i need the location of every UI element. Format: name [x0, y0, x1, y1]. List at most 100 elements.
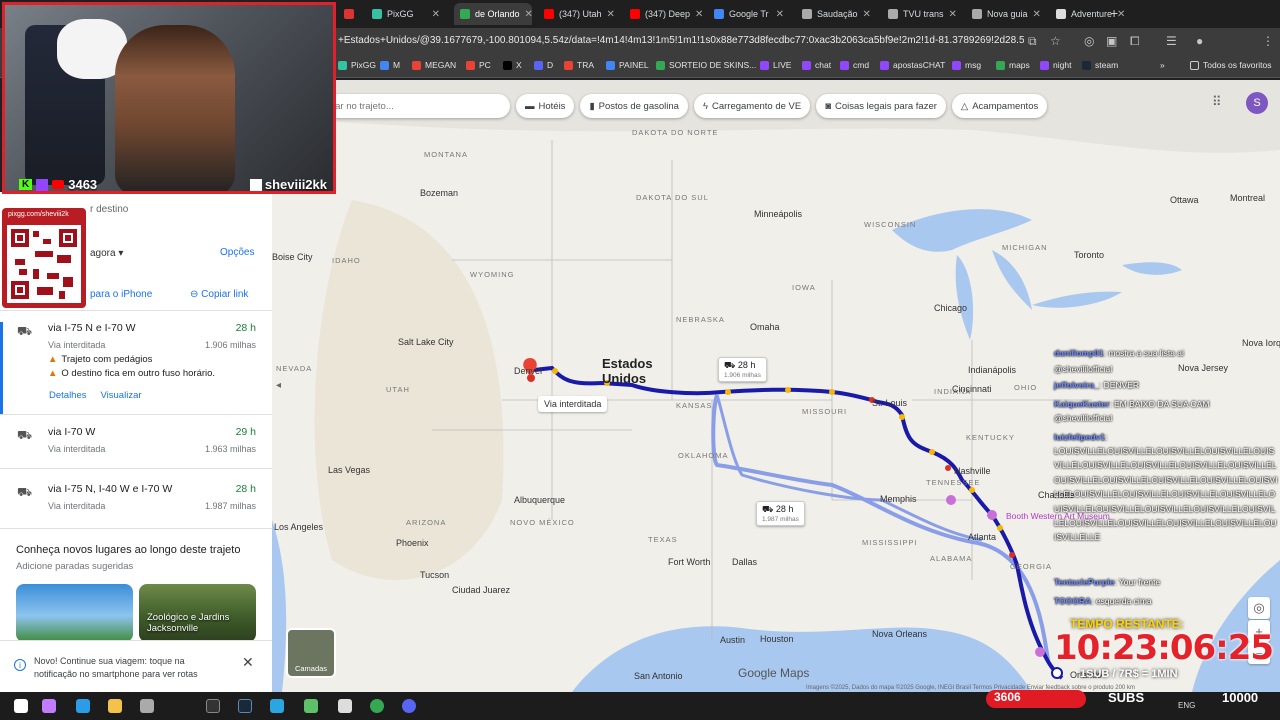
chip-hotels[interactable]: ▬ Hotéis	[516, 94, 575, 118]
close-tab-icon[interactable]: ✕	[525, 9, 532, 20]
keyboard-language[interactable]: ENG	[1178, 701, 1195, 710]
app-icon[interactable]	[206, 699, 220, 713]
close-tab-icon[interactable]: ✕	[1033, 9, 1041, 20]
bookmark-item[interactable]: M	[380, 60, 400, 70]
send-to-iphone-link[interactable]: para o iPhone	[90, 289, 152, 300]
browser-tab[interactable]: TVU trans ✕	[882, 3, 960, 25]
suggested-place-card[interactable]	[16, 584, 133, 642]
bookmark-item[interactable]: X	[503, 60, 522, 70]
bookmark-label: PixGG	[351, 60, 377, 70]
route-option-3[interactable]: ⛟ via I-75 N, I-40 W e I-70 W 28 h Via i…	[0, 483, 272, 523]
install-icon[interactable]: ⧉	[1028, 35, 1037, 47]
bookmarks-overflow-icon[interactable]: »	[1160, 60, 1165, 70]
chip-ev-charging[interactable]: ϟ Carregamento de VE	[693, 94, 811, 118]
close-tab-icon[interactable]: ✕	[863, 9, 871, 20]
chip-campgrounds[interactable]: △ Acampamentos	[951, 94, 1048, 118]
browser-tab[interactable]: Nova guia ✕	[966, 3, 1044, 25]
browser-tab[interactable]: Saudação ✕	[796, 3, 876, 25]
app-icon[interactable]	[270, 699, 284, 713]
qr-title: pixgg.com/sheviii2k	[8, 211, 69, 218]
bookmark-favicon-icon	[412, 60, 421, 70]
file-explorer-icon[interactable]	[108, 699, 122, 713]
browser-tab[interactable]: (347) Utah ✕	[538, 3, 618, 25]
details-link[interactable]: Detalhes	[49, 390, 87, 401]
bookmark-item[interactable]: PixGG	[338, 60, 376, 70]
bookmark-star-icon[interactable]: ☆	[1050, 35, 1061, 47]
browser-tab[interactable]: de Orlando ✕	[454, 3, 532, 25]
tab-label: Adventure	[1071, 9, 1113, 19]
app-icon[interactable]	[304, 699, 318, 713]
menu-kebab-icon[interactable]: ⋮	[1262, 35, 1274, 47]
preview-link[interactable]: Visualizar	[101, 390, 142, 401]
browser-tab[interactable]: Google Tr ✕	[708, 3, 790, 25]
browser-tab[interactable]: ✕	[338, 3, 362, 25]
bookmark-favicon-icon	[380, 60, 389, 70]
extension-icon[interactable]: ▣	[1106, 35, 1117, 47]
bookmark-favicon-icon	[338, 60, 347, 70]
extension-icon[interactable]: ◎	[1084, 35, 1094, 47]
calculator-icon[interactable]	[338, 699, 352, 713]
toll-warning: ▲ Trajeto com pedágios	[48, 354, 153, 365]
close-tab-icon[interactable]: ✕	[432, 9, 440, 20]
store-icon[interactable]	[140, 699, 154, 713]
collapse-panel-icon[interactable]: ◂	[276, 380, 281, 391]
close-tab-icon[interactable]: ✕	[776, 9, 784, 20]
bookmark-item[interactable]: PC	[466, 60, 491, 70]
bookmark-item[interactable]: SORTEIO DE SKINS...	[656, 60, 756, 70]
route-option-1[interactable]: ⛟ via I-75 N e I-70 W 28 h Via interdita…	[0, 322, 272, 414]
depart-time-dropdown[interactable]: agora ▾	[90, 248, 123, 259]
close-tab-icon[interactable]: ✕	[695, 9, 702, 20]
chip-things-to-do[interactable]: ◙ Coisas legais para fazer	[816, 94, 946, 118]
stream-chat-overlay: danillomp01: mostra a sua lista ai @shev…	[1052, 332, 1280, 622]
bookmark-favicon-icon	[1040, 60, 1049, 70]
bookmark-item[interactable]: chat	[802, 60, 831, 70]
layers-button[interactable]: Camadas	[286, 628, 336, 678]
youtube-icon	[52, 180, 65, 189]
extensions-puzzle-icon[interactable]: ⧠	[1130, 35, 1140, 47]
close-tab-icon[interactable]: ✕	[949, 9, 957, 20]
bookmark-item[interactable]: apostasCHAT	[880, 60, 945, 70]
close-tab-icon[interactable]: ✕	[607, 9, 615, 20]
address-bar[interactable]: +Estados+Unidos/@39.1677679,-100.801094,…	[338, 35, 1024, 46]
bookmark-item[interactable]: PAINEL	[606, 60, 649, 70]
map-label: DAKOTA DO SUL	[636, 193, 709, 202]
route-option-2[interactable]: ⛟ via I-70 W 29 h Via interditada 1.963 …	[0, 426, 272, 466]
windows-start-icon[interactable]	[14, 699, 28, 713]
discord-icon[interactable]	[402, 699, 416, 713]
map-label: Austin	[720, 635, 746, 645]
bookmark-item[interactable]: TRA	[564, 60, 594, 70]
route-time-box-primary[interactable]: ⛟ 28 h 1.906 milhas	[718, 357, 767, 382]
copy-link-button[interactable]: ⊖ Copiar link	[190, 289, 248, 300]
account-avatar[interactable]: S	[1246, 92, 1268, 114]
bookmark-item[interactable]: MEGAN	[412, 60, 456, 70]
route-time-box-alternative[interactable]: ⛟ 28 h 1.987 milhas	[756, 501, 805, 526]
bookmark-item[interactable]: D	[534, 60, 553, 70]
bookmark-item[interactable]: maps	[996, 60, 1030, 70]
map-label: Boise City	[272, 252, 313, 262]
bookmark-item[interactable]: msg	[952, 60, 981, 70]
copilot-icon[interactable]	[42, 699, 56, 713]
bookmark-item[interactable]: cmd	[840, 60, 869, 70]
destination-input[interactable]: r destino	[90, 204, 128, 215]
bookmark-item[interactable]: night	[1040, 60, 1071, 70]
profile-icon[interactable]: ●	[1196, 35, 1203, 47]
suggested-place-card[interactable]: Zoológico e Jardins Jacksonville	[139, 584, 256, 642]
close-icon[interactable]: ✕	[242, 654, 254, 671]
apps-grid-icon[interactable]: ⠿	[1212, 94, 1222, 110]
chip-gas-stations[interactable]: ▮ Postos de gasolina	[580, 94, 688, 118]
options-button[interactable]: Opções	[220, 247, 254, 258]
browser-tab[interactable]: PixGG ✕	[366, 3, 446, 25]
reading-list-icon[interactable]: ☰	[1166, 35, 1177, 47]
bookmark-label: X	[516, 60, 522, 70]
bookmark-label: maps	[1009, 60, 1030, 70]
new-tab-button[interactable]: +	[1110, 5, 1118, 21]
bookmark-item[interactable]: steam	[1082, 60, 1118, 70]
chrome-icon[interactable]	[370, 699, 384, 713]
all-bookmarks[interactable]: Todos os favoritos	[1190, 60, 1272, 70]
map-label: Memphis	[880, 494, 917, 504]
edge-icon[interactable]	[76, 699, 90, 713]
bookmark-item[interactable]: LIVE	[760, 60, 791, 70]
steam-icon[interactable]	[238, 699, 252, 713]
close-tab-icon[interactable]: ✕	[1117, 9, 1125, 20]
browser-tab[interactable]: (347) Deep ✕	[624, 3, 702, 25]
